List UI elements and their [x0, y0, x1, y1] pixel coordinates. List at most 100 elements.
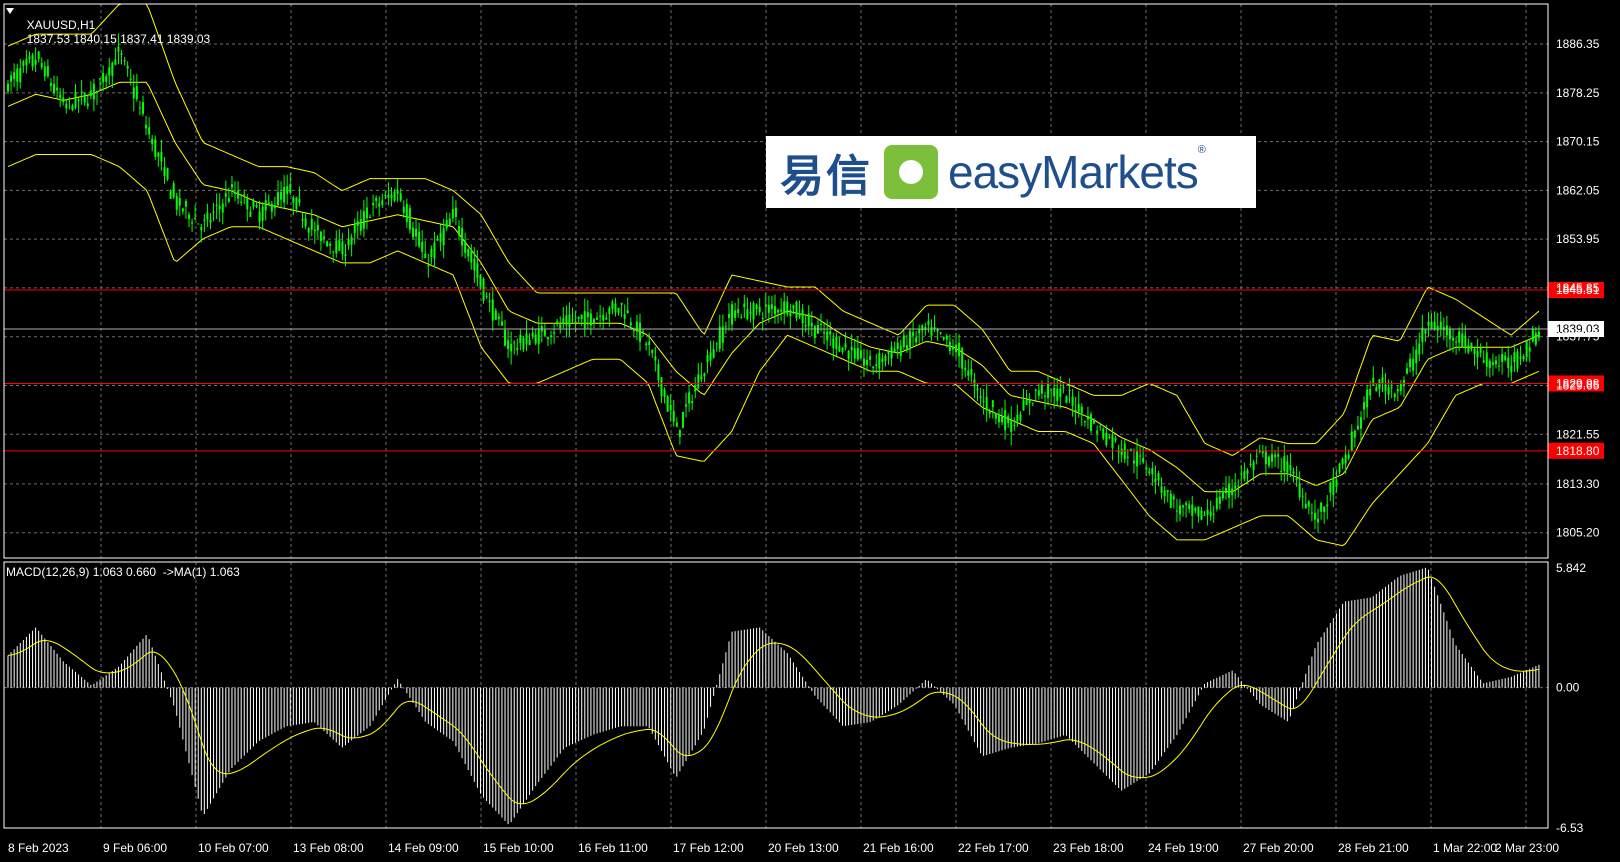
y-tick-label: 1845.85 [1556, 281, 1600, 295]
candle-body [203, 219, 206, 221]
candle-body [859, 350, 862, 359]
candle-body [369, 216, 372, 218]
candle-body [1363, 402, 1366, 410]
price-plot [7, 3, 1540, 547]
candle-body [74, 92, 77, 108]
candle-body [393, 191, 396, 201]
candle-body [188, 214, 191, 220]
candle-body [89, 90, 92, 97]
candle-body [338, 239, 341, 251]
x-tick-label: 9 Feb 06:00 [103, 841, 167, 855]
candle-body [985, 396, 988, 411]
candle-body [881, 358, 884, 363]
candle-body [1350, 431, 1353, 451]
candle-body [1154, 478, 1157, 483]
x-tick-label: 10 Feb 07:00 [198, 841, 269, 855]
candle-body [1534, 333, 1537, 345]
candle-body [16, 68, 19, 82]
candle-body [362, 211, 365, 229]
candle-body [1310, 512, 1313, 514]
candle-body [1323, 506, 1326, 513]
candle-body [448, 218, 451, 226]
candle-body [605, 317, 608, 320]
candle-body [430, 248, 433, 258]
candle-body [138, 107, 141, 109]
candle-body [1231, 488, 1234, 496]
candle-body [267, 202, 270, 205]
candle-body [154, 139, 157, 157]
candle-body [905, 345, 908, 350]
candle-body [589, 313, 592, 326]
candle-body [95, 90, 98, 93]
candle-body [1013, 424, 1016, 426]
candle-body [1289, 465, 1292, 471]
candle-body [31, 54, 34, 67]
candle-body [798, 313, 801, 317]
candle-body [1513, 352, 1516, 363]
candle-body [1387, 387, 1390, 395]
candle-body [1366, 389, 1369, 408]
candle-body [942, 336, 945, 340]
candle-body [111, 62, 114, 76]
candle-body [893, 349, 896, 353]
candle-body [218, 206, 221, 210]
candle-body [264, 200, 267, 211]
symbol-dropdown-icon[interactable] [6, 8, 14, 14]
candle-body [1068, 389, 1071, 391]
candle-body [770, 304, 773, 309]
candle-body [37, 51, 40, 59]
candle-body [1304, 503, 1307, 509]
candle-body [396, 190, 399, 194]
candle-body [777, 310, 780, 313]
candle-body [105, 76, 108, 82]
candle-body [1240, 473, 1243, 475]
candle-body [1126, 456, 1129, 458]
x-tick-label: 1 Mar 22:00 [1433, 841, 1497, 855]
candle-body [160, 151, 163, 162]
trading-chart[interactable]: 1845.511829.981818.801839.03 8 Feb 2023 9… [0, 0, 1620, 862]
candle-body [961, 347, 964, 369]
candle-body [1065, 396, 1068, 404]
candle-body [534, 334, 537, 344]
candle-body [344, 254, 347, 257]
candle-body [1148, 471, 1151, 474]
candle-body [1507, 357, 1510, 369]
candle-body [157, 152, 160, 157]
candle-body [878, 352, 881, 369]
candle-body [1120, 448, 1123, 456]
candle-body [639, 322, 642, 342]
candle-body [470, 250, 473, 263]
candle-body [1074, 409, 1077, 412]
horizontal-levels[interactable]: 1845.511829.981818.801839.03 [4, 281, 1604, 459]
candle-body [1344, 454, 1347, 464]
candle-body [703, 373, 706, 377]
candle-body [764, 304, 767, 307]
logo-registered-mark: ® [1197, 144, 1206, 156]
candle-body [326, 241, 329, 247]
candle-body [1243, 471, 1246, 480]
candle-body [500, 321, 503, 326]
candle-body [752, 302, 755, 320]
candle-body [399, 193, 402, 201]
candle-body [1185, 503, 1188, 505]
y-tick-label: 1870.15 [1556, 135, 1600, 149]
candle-body [120, 53, 123, 55]
candle-body [685, 404, 688, 407]
candle-body [1452, 337, 1455, 341]
candle-body [1034, 389, 1037, 391]
candle-body [1271, 454, 1274, 462]
x-tick-label: 8 Feb 2023 [8, 841, 69, 855]
candle-body [645, 343, 648, 346]
candle-body [1246, 470, 1249, 475]
candle-body [1326, 504, 1329, 507]
candle-body [1001, 416, 1004, 423]
candle-body [1007, 416, 1010, 424]
candle-body [163, 167, 166, 176]
candle-body [227, 198, 230, 202]
candle-body [948, 341, 951, 352]
candle-body [491, 299, 494, 321]
candle-body [1531, 328, 1534, 342]
candle-body [823, 332, 826, 334]
candle-body [479, 274, 482, 287]
candle-body [252, 200, 255, 207]
